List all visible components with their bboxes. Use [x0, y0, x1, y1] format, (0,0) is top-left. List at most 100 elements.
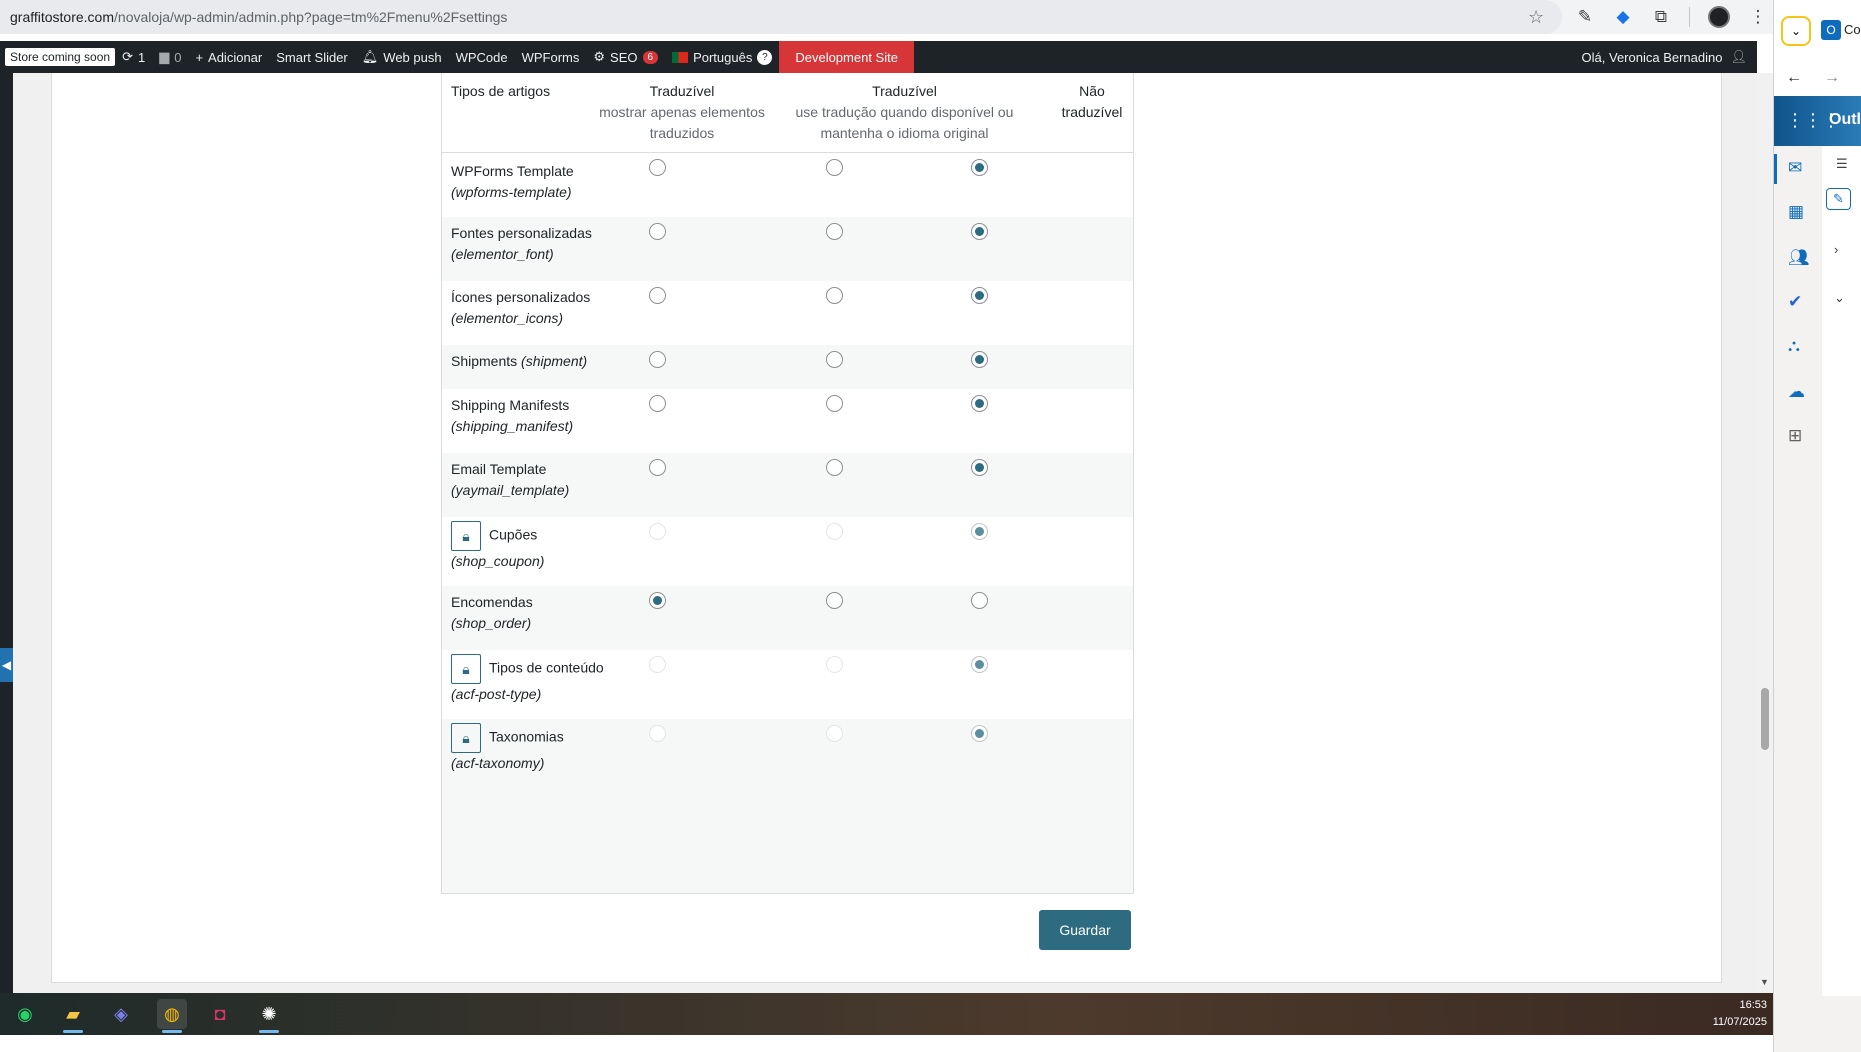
- comments-count: 0: [174, 49, 182, 65]
- table-header: Tipos de artigos Traduzível mostrar apen…: [442, 73, 1133, 153]
- user-account-menu[interactable]: Olá, Veronica Bernadino 👤︎: [1582, 49, 1757, 65]
- smart-slider-label: Smart Slider: [276, 49, 348, 65]
- table-row: Ícones personalizados (elementor_icons): [442, 281, 1133, 345]
- table-row: 🔒︎ Tipos de conteúdo (acf-post-type): [442, 650, 1133, 719]
- table-row: Email Template (yaymail_template): [442, 453, 1133, 517]
- address-bar[interactable]: graffitostore.com/novaloja/wp-admin/admi…: [0, 0, 1562, 34]
- radio-translatable-only[interactable]: [649, 395, 666, 412]
- radio-translatable-fallback[interactable]: [826, 592, 843, 609]
- puzzle-extensions-icon[interactable]: ⧉: [1651, 7, 1671, 27]
- whatsapp-icon[interactable]: ◉: [10, 999, 40, 1029]
- file-explorer-icon[interactable]: ▰: [58, 999, 88, 1033]
- plus-icon: +: [195, 49, 204, 65]
- chevron-down-icon[interactable]: ⌄: [1834, 290, 1845, 306]
- outlook-logo-icon: O: [1821, 20, 1841, 40]
- row-slug: (acf-taxonomy): [451, 755, 545, 771]
- radio-translatable-only[interactable]: [649, 351, 666, 368]
- scroll-thumb[interactable]: [1761, 688, 1769, 750]
- collapse-arrow-icon[interactable]: ◀: [0, 648, 13, 682]
- instagram-icon[interactable]: ◘: [205, 999, 235, 1029]
- wpforms-item[interactable]: WPForms: [515, 41, 587, 73]
- people-icon[interactable]: 👥︎: [1788, 248, 1810, 268]
- teams-icon[interactable]: ◈: [106, 999, 136, 1029]
- outlook-header: ⋮⋮⋮ Outl: [1774, 96, 1861, 146]
- row-label: Email Template (yaymail_template): [451, 459, 616, 501]
- settings-panel: Tipos de artigos Traduzível mostrar apen…: [51, 73, 1722, 983]
- smart-slider-item[interactable]: Smart Slider: [269, 41, 355, 73]
- radio-translatable-only[interactable]: [649, 159, 666, 176]
- radio-translatable-fallback[interactable]: [826, 223, 843, 240]
- tag-extension-icon[interactable]: ◆: [1613, 7, 1633, 27]
- save-button[interactable]: Guardar: [1039, 910, 1131, 950]
- bookmark-star-icon[interactable]: ☆: [1528, 7, 1544, 28]
- radio-not-translatable[interactable]: [971, 592, 988, 609]
- main-content: Tipos de artigos Traduzível mostrar apen…: [13, 73, 1757, 993]
- seo-item[interactable]: ⚙ SEO 6: [586, 41, 665, 73]
- row-label: 🔒︎ Cupões (shop_coupon): [451, 521, 616, 572]
- updates-item[interactable]: ⟳ 1: [115, 41, 152, 73]
- radio-not-translatable[interactable]: [971, 159, 988, 176]
- onedrive-cloud-icon[interactable]: ☁: [1788, 382, 1805, 402]
- radio-translatable-fallback: [826, 725, 843, 742]
- app-running-indicator: [162, 1030, 182, 1033]
- store-status-badge[interactable]: Store coming soon: [5, 48, 116, 66]
- radio-not-translatable[interactable]: [971, 223, 988, 240]
- radio-translatable-fallback[interactable]: [826, 459, 843, 476]
- table-row: WPForms Template (wpforms-template): [442, 153, 1133, 217]
- help-badge: ?: [757, 49, 773, 65]
- lock-icon: 🔒︎: [451, 521, 481, 551]
- back-arrow-icon[interactable]: ←: [1786, 69, 1802, 87]
- side-panel-tab-title[interactable]: Co: [1844, 22, 1861, 37]
- comments-item[interactable]: ▆ 0: [152, 41, 188, 73]
- forward-arrow-icon[interactable]: →: [1824, 69, 1840, 87]
- radio-translatable-only[interactable]: [649, 592, 666, 609]
- wpcode-label: WPCode: [455, 49, 508, 65]
- radio-not-translatable[interactable]: [971, 351, 988, 368]
- radio-translatable-only[interactable]: [649, 223, 666, 240]
- mail-icon[interactable]: ✉: [1788, 158, 1802, 178]
- chevron-right-icon[interactable]: ›: [1834, 242, 1838, 257]
- wpcode-item[interactable]: WPCode: [449, 41, 515, 73]
- radio-translatable-only[interactable]: [649, 287, 666, 304]
- seo-notification-badge: 6: [642, 50, 659, 64]
- radio-not-translatable[interactable]: [971, 395, 988, 412]
- apps-icon[interactable]: ⊞: [1788, 426, 1802, 446]
- app-running-indicator: [63, 1030, 83, 1033]
- eyedropper-icon[interactable]: ✎: [1575, 7, 1595, 27]
- chrome-icon[interactable]: ◍: [157, 999, 187, 1033]
- todo-check-icon[interactable]: ✔: [1788, 292, 1802, 312]
- radio-not-translatable[interactable]: [971, 287, 988, 304]
- radio-translatable-only[interactable]: [649, 459, 666, 476]
- radio-not-translatable[interactable]: [971, 459, 988, 476]
- page-scrollbar[interactable]: ▼: [1757, 73, 1773, 993]
- kebab-menu-icon[interactable]: ⋮: [1748, 7, 1768, 27]
- org-chart-icon[interactable]: ⛬: [1788, 336, 1800, 356]
- radio-translatable-fallback[interactable]: [826, 351, 843, 368]
- radio-translatable-only: [649, 656, 666, 673]
- scroll-down-arrow-icon[interactable]: ▼: [1760, 977, 1769, 987]
- radio-translatable-fallback[interactable]: [826, 287, 843, 304]
- system-clock[interactable]: 16:53 11/07/2025: [1713, 997, 1767, 1031]
- chevron-down-icon[interactable]: ⌄: [1781, 16, 1811, 46]
- development-site-badge[interactable]: Development Site: [779, 41, 914, 73]
- radio-translatable-fallback[interactable]: [826, 395, 843, 412]
- table-row: Shipping Manifests (shipping_manifest): [442, 389, 1133, 453]
- refresh-icon: ⟳: [122, 49, 133, 64]
- row-label: Shipments (shipment): [451, 351, 751, 372]
- add-new-item[interactable]: + Adicionar: [188, 41, 269, 73]
- chatgpt-icon[interactable]: ✺: [254, 999, 284, 1033]
- app-running-indicator: [259, 1030, 279, 1033]
- language-switcher[interactable]: Português ?: [665, 41, 779, 73]
- profile-avatar[interactable]: [1708, 6, 1730, 28]
- calendar-icon[interactable]: ▦: [1788, 202, 1804, 222]
- comment-icon: ▆: [159, 49, 170, 64]
- web-push-item[interactable]: 🔔︎ Web push: [355, 41, 449, 73]
- header-translatable-fallback-sub: use tradução quando disponível ou manten…: [795, 104, 1014, 141]
- hamburger-icon[interactable]: ☰: [1836, 156, 1848, 172]
- outlook-title: Outl: [1829, 111, 1861, 128]
- row-label: 🔒︎ Tipos de conteúdo (acf-post-type): [451, 654, 616, 705]
- new-mail-icon[interactable]: ✎: [1826, 188, 1851, 210]
- browser-toolbar: graffitostore.com/novaloja/wp-admin/admi…: [0, 0, 1773, 34]
- radio-translatable-fallback[interactable]: [826, 159, 843, 176]
- row-slug: (shop_coupon): [451, 553, 545, 569]
